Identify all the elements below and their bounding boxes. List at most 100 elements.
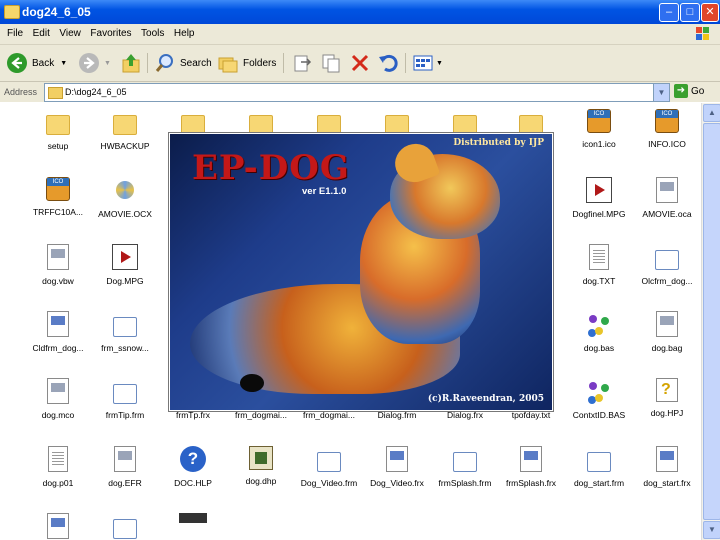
- file-label: dog.bag: [651, 343, 683, 353]
- file-item[interactable]: dog.bas: [560, 311, 638, 353]
- chevron-down-icon: ▼: [104, 59, 111, 67]
- file-label: Dog_Video.frx: [370, 478, 424, 488]
- splash-screen: EP-DOG ver E1.1.0 Distributed by IJP (c)…: [169, 133, 553, 411]
- file-label: Dog_Video.frm: [300, 478, 358, 488]
- file-label: icon1.ico: [582, 139, 616, 149]
- file-label: INFO.ICO: [648, 139, 686, 149]
- file-item[interactable]: [154, 513, 232, 523]
- delete-button[interactable]: [349, 52, 371, 74]
- file-item[interactable]: dog.bag: [628, 311, 700, 353]
- window-title: dog24_6_05: [22, 5, 91, 19]
- menu-tools[interactable]: Tools: [141, 28, 164, 39]
- file-item[interactable]: ? DOC.HLP: [154, 446, 232, 488]
- file-label: tpofday.txt: [511, 410, 551, 420]
- mpg-file-icon: [586, 177, 612, 203]
- file-item[interactable]: Dog_Video.frx: [358, 446, 436, 488]
- folder-icon: [249, 115, 273, 135]
- file-label: Dogfinel.MPG: [572, 209, 626, 219]
- help-file-icon: ?: [180, 446, 206, 472]
- frx-file-icon: [656, 446, 678, 472]
- bmp-file-icon: [47, 513, 69, 539]
- address-bar: Address D:\dog24_6_05 ▼ ➜ Go: [0, 82, 720, 102]
- windows-logo-icon: [696, 27, 709, 40]
- dhp-file-icon: [249, 446, 273, 470]
- file-item[interactable]: [86, 513, 164, 539]
- go-button[interactable]: ➜ Go: [674, 84, 704, 98]
- minimize-button[interactable]: –: [659, 3, 679, 22]
- file-label: frm_dogmai...: [235, 410, 287, 420]
- folder-icon: [519, 115, 543, 135]
- file-item[interactable]: icon1.ico: [560, 109, 638, 149]
- scroll-thumb[interactable]: [703, 123, 720, 520]
- up-folder-icon: [122, 54, 140, 73]
- menu-view[interactable]: View: [59, 28, 81, 39]
- file-label: dog.bas: [583, 343, 615, 353]
- file-item[interactable]: frm_ssnow...: [86, 311, 164, 353]
- file-item[interactable]: dog_start.frm: [560, 446, 638, 488]
- txt-file-icon: [589, 244, 609, 270]
- go-arrow-icon: ➜: [674, 84, 688, 98]
- file-item[interactable]: AMOVIE.oca: [628, 177, 700, 219]
- file-item[interactable]: frmTip.frm: [86, 378, 164, 420]
- ico-file-icon: [46, 177, 70, 201]
- menu-file[interactable]: File: [7, 28, 23, 39]
- form-file-icon: [317, 452, 341, 472]
- copy-to-button[interactable]: [320, 52, 342, 74]
- views-icon: [413, 55, 433, 71]
- file-item[interactable]: dog.dhp: [222, 446, 300, 486]
- file-item[interactable]: Olcfrm_dog...: [628, 244, 700, 286]
- mco-file-icon: [47, 378, 69, 404]
- file-label: AMOVIE.OCX: [98, 209, 152, 219]
- up-folder-button[interactable]: [120, 52, 142, 74]
- close-button[interactable]: ✕: [701, 3, 719, 22]
- splash-version: ver E1.1.0: [302, 186, 347, 197]
- bas-file-icon: [586, 378, 612, 404]
- menu-edit[interactable]: Edit: [33, 28, 50, 39]
- folders-button[interactable]: Folders: [217, 52, 276, 74]
- dog-image: [240, 374, 264, 392]
- form-file-icon: [655, 250, 679, 270]
- frm-file-icon: [47, 311, 69, 337]
- back-button[interactable]: Back ▼: [6, 52, 67, 74]
- vertical-scrollbar[interactable]: ▲ ▼: [701, 103, 720, 540]
- form-file-icon: [113, 519, 137, 539]
- file-item[interactable]: Dog_Video.frm: [290, 446, 368, 488]
- file-item[interactable]: Dogfinel.MPG: [560, 177, 638, 219]
- folder-icon: [385, 115, 409, 135]
- file-item[interactable]: dog.EFR: [86, 446, 164, 488]
- frx-file-icon: [520, 446, 542, 472]
- p01-file-icon: [48, 446, 68, 472]
- maximize-button[interactable]: □: [680, 3, 700, 22]
- menu-favorites[interactable]: Favorites: [90, 28, 131, 39]
- file-item[interactable]: Dog.MPG: [86, 244, 164, 286]
- file-item[interactable]: AMOVIE.OCX: [86, 177, 164, 219]
- file-item[interactable]: HWBACKUP: [86, 109, 164, 151]
- file-item[interactable]: dog.TXT: [560, 244, 638, 286]
- file-label: dog.TXT: [582, 276, 616, 286]
- move-to-button[interactable]: [291, 52, 313, 74]
- undo-button[interactable]: [377, 52, 399, 74]
- search-icon: [155, 54, 173, 72]
- search-button[interactable]: Search: [154, 52, 212, 74]
- file-item[interactable]: dog.HPJ: [628, 378, 700, 418]
- scroll-down-button[interactable]: ▼: [703, 521, 720, 539]
- form-file-icon: [113, 317, 137, 337]
- views-button[interactable]: ▼: [412, 52, 443, 74]
- file-label: dog.EFR: [108, 478, 142, 488]
- search-label: Search: [180, 57, 212, 69]
- file-item[interactable]: dog_start.frx: [628, 446, 700, 488]
- address-dropdown-button[interactable]: ▼: [653, 84, 669, 101]
- address-input[interactable]: D:\dog24_6_05 ▼: [44, 83, 670, 102]
- file-label: dog_start.frm: [573, 478, 625, 488]
- menu-help[interactable]: Help: [174, 28, 195, 39]
- file-item[interactable]: ContxtID.BAS: [560, 378, 638, 420]
- file-label: Olcfrm_dog...: [641, 276, 693, 286]
- toolbar-separator: [405, 53, 406, 73]
- file-label: ContxtID.BAS: [572, 410, 626, 420]
- forward-button[interactable]: ▼: [78, 52, 111, 74]
- splash-copyright: (c)R.Raveendran, 2005: [427, 394, 544, 404]
- file-label: Dog.MPG: [106, 276, 144, 286]
- scroll-up-button[interactable]: ▲: [703, 104, 720, 122]
- file-item[interactable]: INFO.ICO: [628, 109, 700, 149]
- file-item[interactable]: frmSplash.frx: [492, 446, 570, 488]
